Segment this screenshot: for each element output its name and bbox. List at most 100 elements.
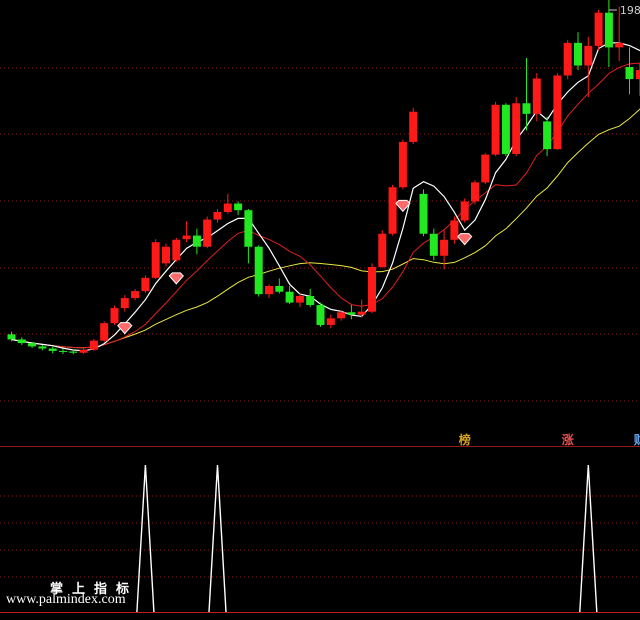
candle: [378, 230, 386, 268]
candle-body: [533, 79, 541, 114]
candle-body: [368, 267, 376, 312]
candle-body: [430, 234, 438, 256]
candle: [152, 239, 160, 279]
candle-body: [69, 352, 77, 353]
candle: [203, 217, 211, 249]
signal-tag: 涨: [562, 431, 574, 448]
candle: [193, 229, 201, 255]
candle-body: [409, 112, 417, 142]
candle-body: [553, 75, 561, 149]
peak-label: 198.88: [620, 4, 640, 17]
candle: [162, 244, 170, 267]
diamond-markers: [118, 200, 472, 333]
candle-body: [152, 242, 160, 278]
candle-body: [90, 341, 98, 350]
candle: [543, 117, 551, 156]
diamond-icon: [458, 234, 472, 245]
candle-body: [543, 121, 551, 149]
diamond-icon: [169, 273, 183, 284]
candle-body: [18, 339, 26, 343]
candle-body: [141, 278, 149, 291]
candle-body: [49, 349, 57, 351]
candle-body: [100, 323, 108, 341]
candle: [523, 58, 531, 130]
candle-body: [492, 105, 500, 155]
candle: [512, 97, 520, 156]
candle-body: [502, 105, 510, 154]
candle-body: [512, 103, 520, 154]
candle: [131, 289, 139, 300]
candle: [347, 305, 355, 319]
candle: [574, 32, 582, 70]
candle: [255, 245, 263, 296]
candle-body: [111, 308, 119, 323]
candle-body: [615, 43, 623, 48]
candle: [172, 238, 180, 262]
signal-spike: [209, 465, 226, 612]
candle: [553, 73, 561, 150]
candle-body: [337, 312, 345, 318]
candle: [317, 303, 325, 327]
candle-body: [358, 312, 366, 315]
candle-body: [471, 182, 479, 201]
candle: [59, 349, 67, 354]
candle-body: [224, 204, 232, 212]
candle: [234, 201, 242, 215]
candle-body: [59, 351, 67, 352]
candle: [420, 189, 428, 236]
candle-body: [389, 187, 397, 234]
signal-spike: [137, 465, 154, 612]
candle: [502, 103, 510, 156]
candle: [636, 62, 640, 95]
candle-body: [306, 296, 314, 305]
candle-body: [461, 201, 469, 220]
candle-body: [595, 13, 603, 46]
candle: [492, 102, 500, 156]
candle: [306, 289, 314, 307]
candle: [224, 194, 232, 214]
candle-body: [38, 346, 46, 348]
candle: [409, 108, 417, 144]
candle-body: [574, 43, 582, 66]
candle: [286, 286, 294, 304]
peak-marker: 198.88: [609, 4, 640, 17]
candle-body: [317, 305, 325, 325]
candle: [461, 198, 469, 222]
candle-body: [203, 220, 211, 247]
candle-body: [234, 204, 242, 211]
candles: [8, 0, 640, 354]
diamond-icon: [118, 323, 132, 334]
candle: [121, 295, 129, 312]
ma-long-line: [12, 52, 640, 348]
candle: [90, 339, 98, 351]
candle: [389, 185, 397, 236]
candle: [183, 221, 191, 242]
candle-body: [244, 210, 252, 247]
candle: [49, 347, 57, 354]
candle: [18, 337, 26, 345]
candle: [564, 40, 572, 79]
moving-averages: [12, 43, 640, 351]
candle-body: [296, 296, 304, 303]
candle: [430, 229, 438, 261]
candle: [141, 275, 149, 293]
candle-body: [420, 194, 428, 234]
candle-body: [605, 13, 613, 48]
candle-body: [214, 212, 222, 220]
candle-body: [183, 236, 191, 240]
candle-body: [481, 155, 489, 183]
candle: [111, 306, 119, 325]
candle-body: [162, 247, 170, 264]
candle: [265, 284, 273, 298]
candle: [80, 349, 88, 354]
candle-body: [131, 291, 139, 298]
candle: [275, 278, 283, 293]
signal-spike: [580, 465, 597, 612]
candle-body: [626, 67, 634, 79]
signal-tag: 榜: [459, 431, 471, 448]
candle-body: [193, 236, 201, 247]
ma-short-line: [12, 43, 640, 351]
candle: [626, 47, 634, 94]
candle-body: [584, 46, 592, 66]
candle: [327, 315, 335, 329]
